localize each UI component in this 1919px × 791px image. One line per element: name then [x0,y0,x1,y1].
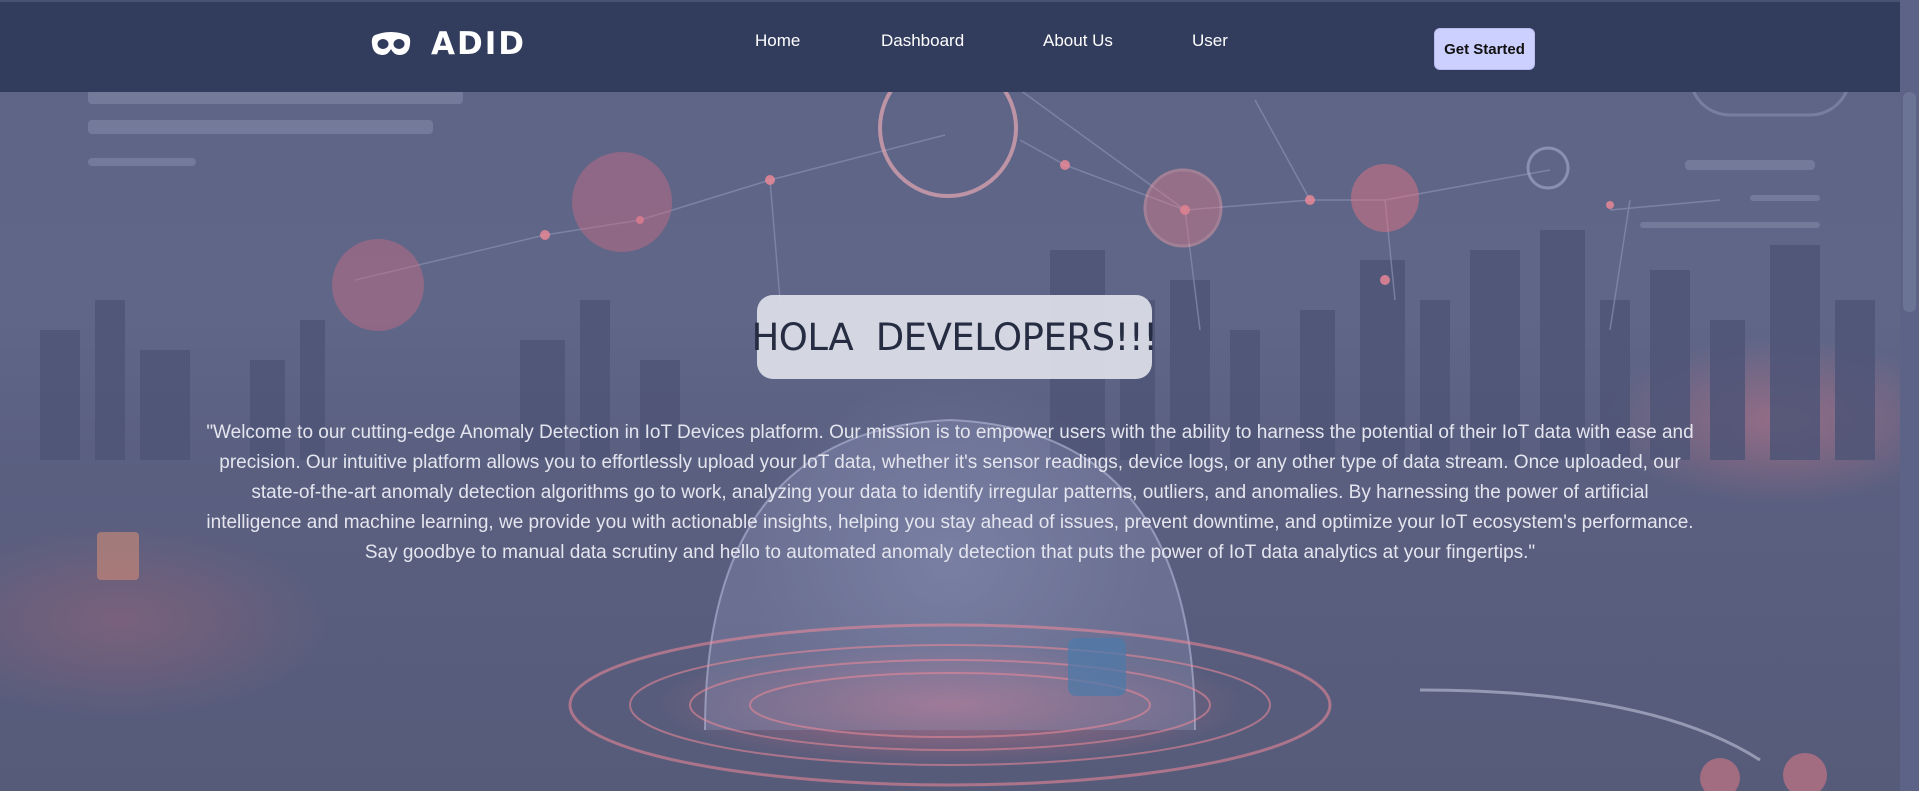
brand-name: ADID [431,26,526,62]
nav-link-dashboard[interactable]: Dashboard [881,31,964,51]
page-scrollbar[interactable] [1900,0,1919,791]
hero-background-image [0,0,1900,791]
mask-icon [371,32,411,55]
nav-link-about-us[interactable]: About Us [1043,31,1113,51]
landing-page: ADID Home Dashboard About Us User Get St… [0,0,1919,791]
scrollbar-thumb[interactable] [1903,92,1916,312]
hero-title: HOLA DEVELOPERS!!! [751,315,1158,359]
get-started-button[interactable]: Get Started [1434,28,1535,70]
iot-city-illustration [40,28,1875,791]
nav-link-home[interactable]: Home [755,31,800,51]
hero-description: "Welcome to our cutting-edge Anomaly Det… [206,422,1694,563]
top-navigation-bar: ADID Home Dashboard About Us User Get St… [0,0,1900,92]
hero-title-badge: HOLA DEVELOPERS!!! [751,295,1158,379]
brand-logo[interactable]: ADID [371,26,526,62]
nav-link-user[interactable]: User [1192,31,1228,51]
